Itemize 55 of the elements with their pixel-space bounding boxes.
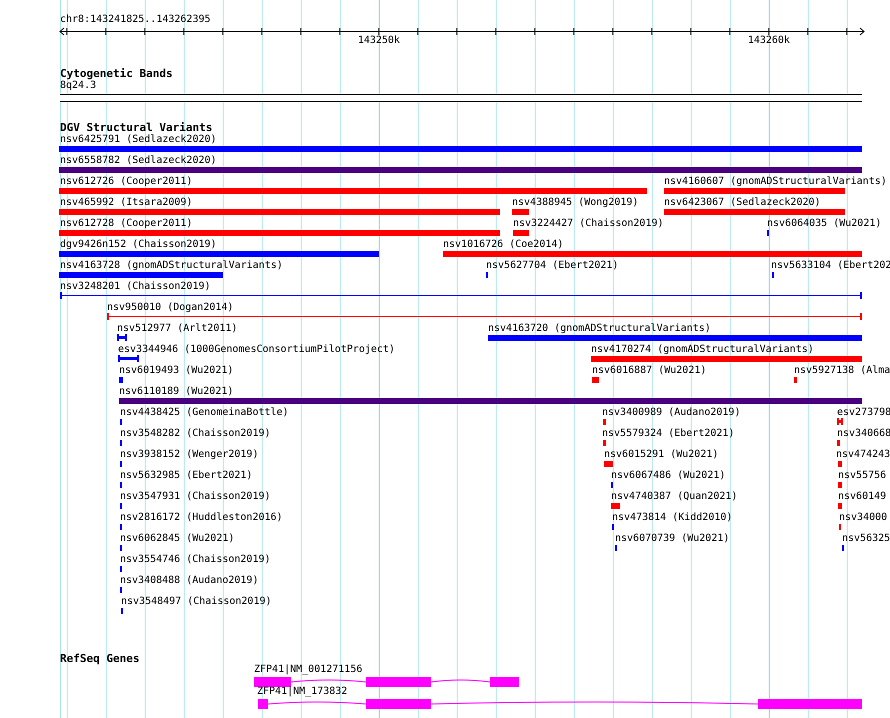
feature-label: nsv3548282 (Chaisson2019) (120, 428, 271, 440)
feature-label: nsv3408488 (Audano2019) (120, 575, 258, 587)
feature-label: nsv4163720 (gnomADStructuralVariants) (488, 323, 711, 335)
feature-label: nsv6062845 (Wu2021) (120, 533, 234, 545)
feature-label: nsv5927138 (Alma (794, 365, 890, 377)
feature-label: nsv4740387 (Quan2021) (611, 491, 738, 503)
feature-label: nsv3224427 (Chaisson2019) (513, 218, 664, 230)
feature-label: nsv1016726 (Coe2014) (443, 239, 564, 251)
transcript-label: ZFP41|NM_001271156 (254, 664, 362, 676)
feature-label: nsv56325 (842, 533, 890, 545)
feature-label: nsv60149 (838, 491, 886, 503)
feature-label: nsv4388945 (Wong2019) (512, 197, 638, 209)
band-label: 8q24.3 (60, 80, 96, 92)
transcript-label: ZFP41|NM_173832 (257, 686, 348, 698)
track-title: Cytogenetic Bands (60, 67, 173, 80)
feature-label: dgv9426n152 (Chaisson2019) (60, 239, 217, 251)
feature-label: nsv3548497 (Chaisson2019) (121, 596, 272, 608)
feature-label: nsv950010 (Dogan2014) (107, 302, 234, 314)
feature-label: nsv3554746 (Chaisson2019) (120, 554, 271, 566)
feature-label: nsv512977 (Arlt2011) (117, 323, 238, 335)
feature-label: esv3344946 (1000GenomesConsortiumPilotProject) (118, 344, 395, 356)
feature-label: nsv55756 (838, 470, 886, 482)
feature-label: nsv3938152 (Wenger2019) (120, 449, 258, 461)
feature-label: nsv5632985 (Ebert2021) (120, 470, 252, 482)
feature-label: nsv34000 (839, 512, 888, 524)
feature-label: nsv6019493 (Wu2021) (119, 365, 234, 377)
feature-label: nsv6425791 (Sedlazeck2020) (60, 134, 217, 146)
feature-label: nsv6016887 (Wu2021) (592, 365, 706, 377)
feature-label: nsv612728 (Cooper2011) (60, 218, 192, 230)
feature-label: nsv6423067 (Sedlazeck2020) (664, 197, 821, 209)
feature-label: nsv4438425 (GenomeinaBottle) (120, 407, 289, 419)
feature-label: nsv474243 (836, 449, 890, 461)
feature-label: nsv6064035 (Wu2021) (767, 218, 882, 230)
feature-label: nsv5579324 (Ebert2021) (602, 428, 734, 440)
feature-label: nsv473814 (Kidd2010) (612, 512, 732, 524)
feature-label: nsv6067486 (Wu2021) (611, 470, 726, 482)
feature-label: nsv4163728 (gnomADStructuralVariants) (60, 260, 283, 272)
feature-label: nsv2816172 (Huddleston2016) (120, 512, 283, 524)
feature-label: nsv6070739 (Wu2021) (615, 533, 730, 545)
track-title: DGV Structural Variants (60, 121, 212, 134)
axis-label: 143250k (358, 35, 400, 47)
location-label: chr8:143241825..143262395 (60, 14, 211, 26)
feature-label: nsv6015291 (Wu2021) (604, 449, 718, 461)
feature-label: nsv5627704 (Ebert2021) (486, 260, 618, 272)
feature-label: nsv4160607 (gnomADStructuralVariants) (664, 176, 887, 188)
feature-label: nsv3248201 (Chaisson2019) (60, 281, 211, 293)
axis-label: 143260k (748, 35, 790, 47)
track-title: RefSeq Genes (60, 652, 140, 665)
feature-label: nsv465992 (Itsara2009) (60, 197, 192, 209)
feature-label: nsv3547931 (Chaisson2019) (120, 491, 271, 503)
feature-label: nsv6558782 (Sedlazeck2020) (60, 155, 217, 167)
feature-label: nsv4170274 (gnomADStructuralVariants) (591, 344, 814, 356)
feature-label: nsv612726 (Cooper2011) (60, 176, 192, 188)
feature-label: nsv3400989 (Audano2019) (602, 407, 740, 419)
feature-label: nsv6110189 (Wu2021) (119, 386, 234, 398)
